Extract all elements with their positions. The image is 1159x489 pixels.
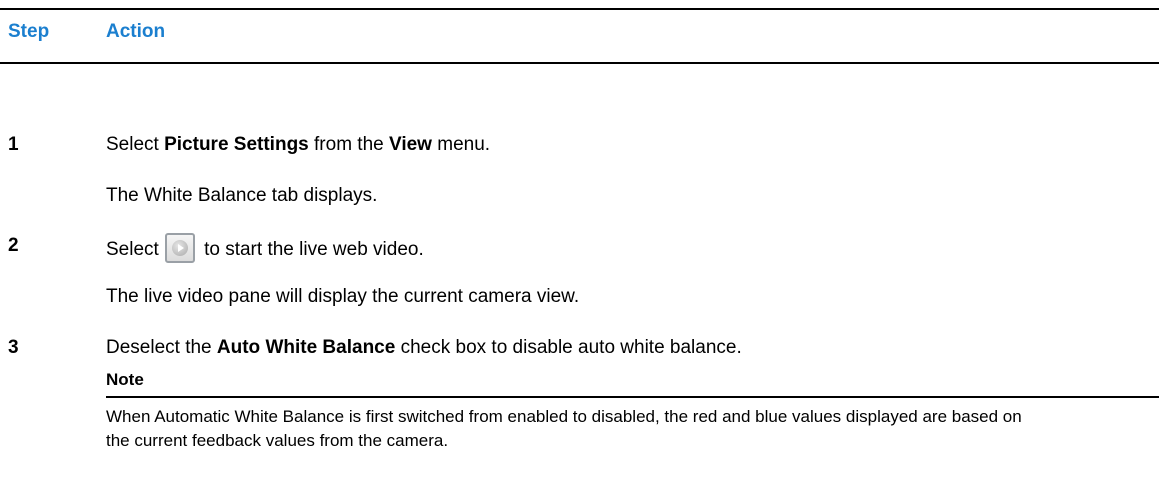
step-2-text-post: to start the live web video. [198,239,424,261]
column-header-action: Action [106,21,166,42]
step-1-text-mid: from the [308,134,389,155]
step-3-text-post: check box to disable auto white balance. [395,337,742,358]
step-number-2: 2 [8,235,19,256]
step-1-result: The White Balance tab displays. [106,185,378,206]
step-2-text-pre: Select [106,239,159,261]
step-1-action: Select Picture Settings from the View me… [106,134,490,156]
step-number-3: 3 [8,337,19,358]
table-header-rule [0,62,1159,64]
step-1-text-post: menu. [431,134,491,155]
table-top-rule [0,8,1159,10]
step-number-1: 1 [8,134,19,155]
step-3-checkbox-name: Auto White Balance [216,337,396,358]
play-triangle-icon [177,244,184,252]
play-button-icon [164,233,195,263]
note-text: When Automatic White Balance is first sw… [106,407,1022,450]
column-header-step: Step [8,21,50,42]
step-2-result: The live video pane will display the cur… [106,286,580,307]
step-3-action: Deselect the Auto White Balance check bo… [106,337,742,359]
step-1-menu-item: Picture Settings [164,134,309,155]
step-3-text-pre: Deselect the [106,337,217,358]
step-1-text-pre: Select [106,134,165,155]
step-2-action: Select to start the live web video. [106,233,424,265]
note-rule [106,396,1159,398]
note-title: Note [106,370,144,389]
step-1-menu-name: View [389,134,432,155]
